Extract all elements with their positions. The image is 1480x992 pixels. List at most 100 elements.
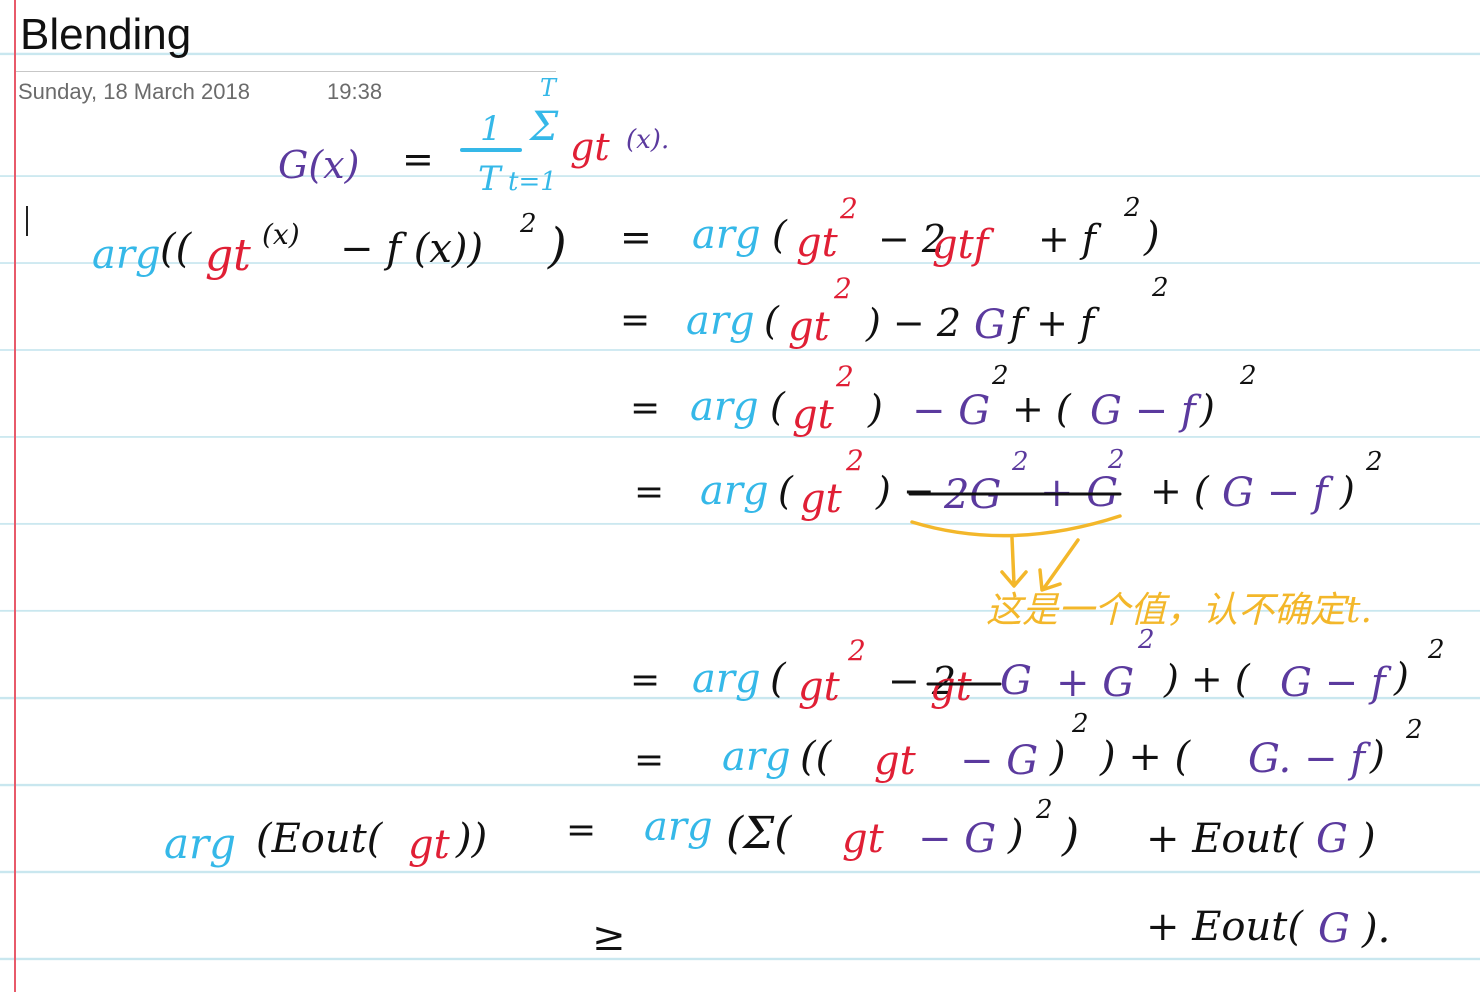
handwritten-ink-canvas[interactable]: G (x) = 1 T T Σ t=1 gt (x). arg (( gt (x)… [0,0,1480,992]
ink-square: 2 [1071,709,1089,739]
ink-G: G [974,302,1006,348]
ink-close-paren: ) [867,387,883,431]
ink-gt: gt [570,125,610,169]
ink-square: 2 [1427,635,1445,665]
ink-Eout: (Eout( [256,816,384,862]
ink-square: 2 [1239,361,1257,391]
ink-square: 2 [1011,447,1029,477]
ink-close-paren: ) [1199,387,1215,431]
ink-parens: (( [800,734,833,780]
ink-line-2: arg (( gt (x) − f (x)) 2 ) = arg ( gt 2 … [92,192,1160,281]
ink-arg: arg [644,804,713,850]
ink-f-plus-f: f + f [1007,301,1100,345]
ink-arg: arg [164,819,236,868]
ink-sum-paren: (Σ( [726,808,792,859]
ink-gt: gt [800,476,843,522]
ink-plus-Eout: + Eout( [1146,904,1304,950]
ink-arg: arg [722,734,791,780]
ink-G-minus-f: G − f [1280,660,1392,706]
ink-x-arg: (x). [626,125,669,155]
ink-plus-paren: + ( [1150,469,1210,513]
ink-close-paren: ) [1393,655,1409,699]
ink-gt: gt [788,304,831,350]
ink-G: G [1318,906,1350,952]
ink-arg: arg [700,468,769,514]
ink-square: 2 [845,444,864,477]
ink-paren: ( [764,299,780,343]
ink-equals: = [620,300,650,341]
ink-plus-Eout: + Eout( [1146,816,1304,862]
ink-underbrace [910,514,1122,538]
ink-line-7: = arg (( gt − G ) 2 ) + ( G. − f ) 2 [634,709,1423,784]
ink-line-5: = arg ( gt 2 ) − 2G 2 + G 2 + ( G − f ) … [634,444,1383,522]
ink-arg: arg [92,232,161,278]
ink-line-9: ≥ + Eout( G ). [592,904,1390,960]
ink-arg: arg [692,212,761,258]
ink-minus-G: − G [918,816,996,862]
ink-close-paren: ) [1007,812,1024,858]
ink-minus-G: − G [912,388,990,434]
ink-square: 2 [847,634,866,667]
ink-minus-f: − f (x)) [340,226,483,272]
ink-paren: ( [772,213,788,257]
ink-close-plus-paren: ) + ( [1099,734,1192,780]
ink-equals: = [630,388,660,429]
ink-arg: arg [686,298,755,344]
ink-x: (x) [262,218,300,251]
ink-line-3: = arg ( gt 2 ) − 2 G f + f 2 [620,272,1169,350]
ink-plus-G: + G [1056,660,1134,706]
ink-close-parens: )) [455,816,487,862]
ink-G-minus-f: G − f [1222,470,1334,516]
ink-equals: = [402,137,434,181]
ink-close-plus-paren: ) + ( [1163,657,1251,701]
ink-gt: gt [930,664,973,710]
ink-square: 2 [1365,447,1383,477]
ink-square: 2 [991,361,1009,391]
ink-G-minus-f: G. − f [1248,736,1371,782]
ink-gt: gt [798,664,841,710]
ink-close-paren: ) [1061,810,1079,861]
ink-close-paren: ) [547,218,567,274]
ink-square: 2 [833,272,852,305]
ink-gtf: gtf [932,222,995,268]
ink-line-1: G(x) = 1 T T Σ t=1 gt (x). [278,74,669,199]
ink-frac-denominator: T [478,159,503,199]
ink-annotation: 这是一个值，认不确定t. [910,514,1372,631]
ink-square: 2 [835,360,854,393]
ink-frac-numerator: 1 [480,109,502,149]
ink-gt: gt [796,220,839,266]
ink-sum-bottom: t=1 [508,167,557,197]
ink-line-8: arg (Eout( gt )) = arg (Σ( gt − G ) 2 ) … [164,795,1376,868]
ink-equals: = [634,472,664,513]
ink-gt: gt [842,816,885,862]
ink-paren: ( [770,656,787,702]
ink-sum-top: T [540,74,558,102]
ink-square: 2 [839,192,858,225]
ink-square: 2 [519,209,537,239]
ink-gt: gt [205,230,251,281]
ink-close-paren-dot: ). [1361,906,1390,952]
ink-sum-symbol: Σ [528,104,559,150]
ink-G: G [1000,658,1032,704]
ink-arg: arg [692,656,761,702]
ink-arrow-down-right [1038,538,1080,592]
ink-close-paren: ) [1359,816,1376,862]
ink-close-paren: ) [1049,734,1066,780]
ink-equals: = [630,660,660,701]
ink-close-paren: ) [1339,469,1355,513]
ink-close-paren: ) [1143,214,1160,260]
ink-paren: (( [160,226,193,272]
ink-close-paren: ) [1369,733,1385,777]
ink-line-6: = arg ( gt 2 − 2 gt G + G 2 ) + ( G − f … [630,625,1445,710]
ink-gt: gt [874,738,917,784]
ink-annotation-note: 这是一个值，认不确定t. [986,590,1372,631]
ink-square: 2 [1035,795,1053,825]
ink-minus-2: ) − 2 [865,301,961,345]
ink-square: 2 [1123,193,1141,223]
ink-G-minus-f: G − f [1090,388,1202,434]
ink-square: 2 [1137,625,1155,655]
ink-square: 2 [1151,273,1169,303]
ink-square: 2 [1107,445,1125,475]
ink-paren: ( [778,469,794,513]
ink-close-minus: ) − [875,469,935,513]
